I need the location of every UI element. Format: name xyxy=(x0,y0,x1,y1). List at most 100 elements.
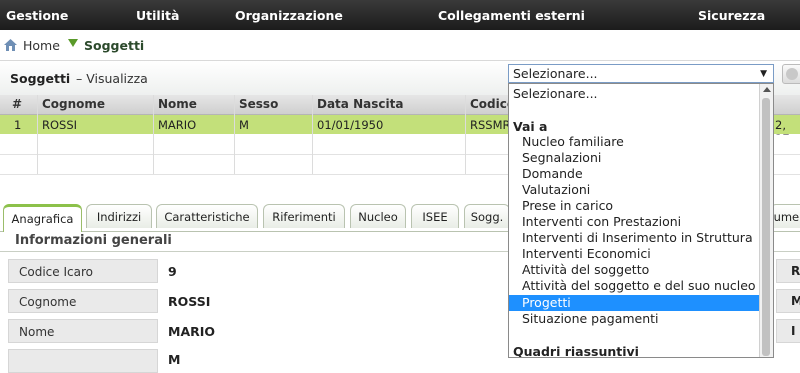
field-label-cognome: Cognome xyxy=(8,289,158,313)
dropdown-option[interactable]: Interventi di Inserimento in Struttura xyxy=(509,230,761,246)
dropdown-option[interactable]: Interventi con Prestazioni xyxy=(509,214,761,230)
tab-label: Riferimenti xyxy=(272,210,336,224)
col-header-data-nascita[interactable]: Data Nascita xyxy=(317,97,403,111)
cell-cognome: ROSSI xyxy=(42,118,78,132)
field-value-nome: MARIO xyxy=(168,324,216,339)
tab-documenti[interactable]: umen xyxy=(770,204,800,228)
top-menu-bar: Gestione Utilità Organizzazione Collegam… xyxy=(0,0,800,30)
field-value-cognome: ROSSI xyxy=(168,294,211,309)
dropdown-group-quadri-riassuntivi: Quadri riassuntivi xyxy=(513,344,639,358)
field-label-nome: Nome xyxy=(8,319,158,343)
option-label: Selezionare... xyxy=(513,86,598,101)
column-divider xyxy=(234,95,235,174)
option-label: Situazione pagamenti xyxy=(522,311,659,326)
tab-label: Anagrafica xyxy=(11,212,74,226)
right-field-label: R xyxy=(776,259,800,283)
tab-nucleo[interactable]: Nucleo xyxy=(350,204,406,228)
tab-label: ISEE xyxy=(422,210,448,224)
option-label: Domande xyxy=(522,166,583,181)
dropdown-option[interactable]: Nucleo familiare xyxy=(509,134,761,150)
tab-label: Nucleo xyxy=(358,210,398,224)
cell-data-nascita: 01/01/1950 xyxy=(317,118,384,132)
option-label: Attività del soggetto xyxy=(522,262,650,277)
tab-riferimenti[interactable]: Riferimenti xyxy=(263,204,345,228)
cell-codice: RSSMR xyxy=(470,118,511,132)
cell-sesso: M xyxy=(239,118,249,132)
scrollbar-thumb[interactable] xyxy=(762,98,770,356)
page-subtitle: – Visualizza xyxy=(76,71,148,86)
field-label-codice-icaro: Codice Icaro xyxy=(8,259,158,283)
column-divider xyxy=(312,95,313,174)
tab-label: Caratteristiche xyxy=(164,210,250,224)
breadcrumb-home-link[interactable]: Home xyxy=(23,38,60,53)
action-dropdown-list: Selezionare... Vai a Nucleo familiare Se… xyxy=(508,83,774,358)
menu-organizzazione[interactable]: Organizzazione xyxy=(235,8,343,23)
right-field-text: R xyxy=(791,264,800,278)
menu-gestione[interactable]: Gestione xyxy=(6,8,68,23)
chevron-down-icon: ▼ xyxy=(760,69,767,79)
option-label: Nucleo familiare xyxy=(522,134,624,149)
option-label: Attività del soggetto e del suo nucleo xyxy=(522,278,756,293)
section-title: Informazioni generali xyxy=(15,233,172,248)
tab-label: Sogg. xyxy=(470,210,504,224)
dropdown-option[interactable]: Domande xyxy=(509,166,761,182)
field-value-sesso: M xyxy=(168,352,181,367)
col-header-cognome[interactable]: Cognome xyxy=(42,97,105,111)
breadcrumb-arrow-icon xyxy=(68,39,78,47)
field-label-sesso xyxy=(8,349,158,373)
column-divider xyxy=(153,95,154,174)
col-header-nome[interactable]: Nome xyxy=(158,97,197,111)
tab-label: umen xyxy=(773,210,800,224)
dropdown-scrollbar[interactable] xyxy=(759,84,773,357)
column-divider xyxy=(465,95,466,174)
page-title: Soggetti xyxy=(10,71,71,86)
column-divider xyxy=(37,95,38,174)
option-label: Valutazioni xyxy=(522,182,591,197)
right-field-text: M xyxy=(791,294,800,308)
tab-isee[interactable]: ISEE xyxy=(411,204,459,228)
field-label-text: Cognome xyxy=(19,295,77,309)
col-header-number[interactable]: # xyxy=(12,97,22,111)
right-field-label: M xyxy=(776,289,800,313)
action-select[interactable]: Selezionare... ▼ xyxy=(508,64,774,83)
tab-sogg[interactable]: Sogg. xyxy=(464,204,510,228)
right-field-text: I xyxy=(791,324,796,338)
breadcrumb-current: Soggetti xyxy=(84,38,145,53)
cell-nome: MARIO xyxy=(158,118,197,132)
dropdown-option[interactable]: Situazione pagamenti xyxy=(509,311,761,327)
dropdown-option-selected[interactable]: Progetti xyxy=(509,295,761,311)
option-label: Prese in carico xyxy=(522,198,614,213)
dropdown-option[interactable]: Interventi Economici xyxy=(509,246,761,262)
field-label-text: Codice Icaro xyxy=(19,265,93,279)
breadcrumb: Home Soggetti xyxy=(0,30,800,60)
field-label-text: Nome xyxy=(19,325,55,339)
col-header-sesso[interactable]: Sesso xyxy=(239,97,278,111)
menu-sicurezza[interactable]: Sicurezza xyxy=(698,8,765,23)
option-label: Progetti xyxy=(522,295,571,310)
dropdown-option[interactable]: Attività del soggetto xyxy=(509,262,761,278)
dropdown-option[interactable]: Attività del soggetto e del suo nucleo xyxy=(509,278,761,294)
dropdown-option-placeholder[interactable]: Selezionare... xyxy=(509,86,761,102)
dropdown-group-vai-a: Vai a xyxy=(513,119,548,134)
tab-indirizzi[interactable]: Indirizzi xyxy=(86,204,152,228)
dropdown-option[interactable]: Segnalazioni xyxy=(509,150,761,166)
dropdown-option[interactable]: Prese in carico xyxy=(509,198,761,214)
menu-collegamenti-esterni[interactable]: Collegamenti esterni xyxy=(438,8,585,23)
go-icon xyxy=(786,68,798,80)
scroll-up-arrow-icon[interactable] xyxy=(763,87,771,92)
field-value-codice-icaro: 9 xyxy=(168,264,177,279)
tab-anagrafica[interactable]: Anagrafica xyxy=(3,204,82,232)
option-label: Segnalazioni xyxy=(522,150,602,165)
option-label: Interventi di Inserimento in Struttura xyxy=(522,230,753,245)
right-field-label: I xyxy=(776,319,800,343)
home-icon xyxy=(4,39,17,51)
action-select-value: Selezionare... xyxy=(513,66,598,81)
tab-label: Indirizzi xyxy=(96,210,142,224)
tab-caratteristiche[interactable]: Caratteristiche xyxy=(156,204,258,228)
dropdown-option[interactable]: Valutazioni xyxy=(509,182,761,198)
go-button[interactable] xyxy=(782,64,800,84)
cell-number: 1 xyxy=(14,118,22,132)
option-label: Interventi Economici xyxy=(522,246,651,261)
option-label: Interventi con Prestazioni xyxy=(522,214,682,229)
menu-utilita[interactable]: Utilità xyxy=(136,8,179,23)
